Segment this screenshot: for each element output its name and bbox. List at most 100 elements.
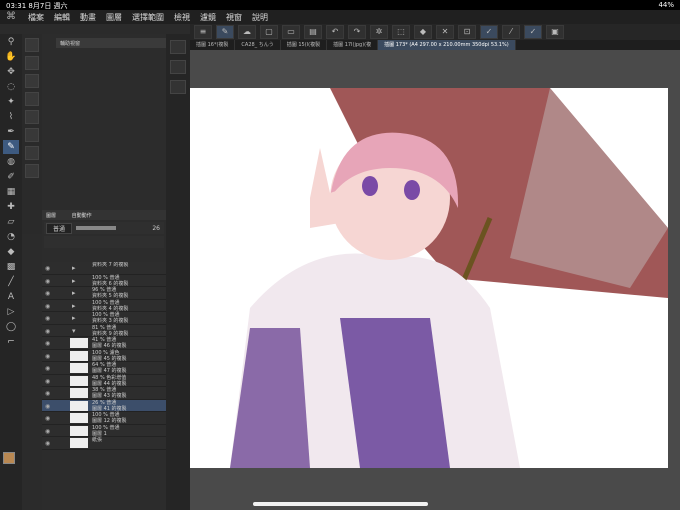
visibility-icon[interactable]: ◉ <box>45 390 50 397</box>
subtool-1[interactable] <box>25 38 39 52</box>
text-icon[interactable]: A <box>3 290 19 304</box>
layer-item[interactable]: ◉ 100 % 普通 圖層 12 的複製 <box>42 412 166 425</box>
pen-icon[interactable]: ✒ <box>3 125 19 139</box>
visibility-icon[interactable]: ◉ <box>45 415 50 422</box>
drawing-canvas[interactable] <box>190 88 668 468</box>
visibility-icon[interactable]: ◉ <box>45 265 50 272</box>
gradient-icon[interactable]: ▩ <box>3 260 19 274</box>
menu-help[interactable]: 說明 <box>252 12 268 23</box>
layer-item[interactable]: ◉ 38 % 普通 圖層 43 的複製 <box>42 387 166 400</box>
blend-mode-select[interactable]: 普通 <box>46 222 73 234</box>
visibility-icon[interactable]: ◉ <box>45 340 50 347</box>
subtool-3[interactable] <box>25 74 39 88</box>
frame-icon[interactable]: ▦ <box>3 185 19 199</box>
visibility-icon[interactable]: ◉ <box>45 328 50 335</box>
visibility-icon[interactable]: ◉ <box>45 365 50 372</box>
tab-doc-1[interactable]: 插圖 16*(複製 <box>190 40 236 50</box>
balloon-icon[interactable]: ▷ <box>3 305 19 319</box>
marker-icon[interactable]: ✐ <box>3 170 19 184</box>
layer-item[interactable]: ◉ 100 % 普通 圖層 1 <box>42 424 166 437</box>
subtool-7[interactable] <box>25 146 39 160</box>
export-icon[interactable]: ▣ <box>546 25 564 39</box>
brush-tool-icon[interactable]: ✎ <box>3 140 19 154</box>
visibility-icon[interactable]: ◉ <box>45 440 50 447</box>
clear-icon[interactable]: ✕ <box>436 25 454 39</box>
quick-access-3[interactable] <box>170 80 186 94</box>
menu-filter[interactable]: 濾鏡 <box>200 12 216 23</box>
visibility-icon[interactable]: ◉ <box>45 403 50 410</box>
layer-item[interactable]: ◉ ▸ 資料夾 7 的複製 <box>42 262 166 275</box>
fill-icon[interactable]: ◆ <box>414 25 432 39</box>
quick-access-2[interactable] <box>170 60 186 74</box>
open-folder-icon[interactable]: ▭ <box>282 25 300 39</box>
visibility-icon[interactable]: ◉ <box>45 378 50 385</box>
layer-item[interactable]: ◉ ▾ 81 % 普通 資料夾 9 的複製 <box>42 324 166 337</box>
blend-icon[interactable]: ◔ <box>3 230 19 244</box>
decoration-icon[interactable]: ✚ <box>3 200 19 214</box>
save-icon[interactable]: ▤ <box>304 25 322 39</box>
redo-icon[interactable]: ↷ <box>348 25 366 39</box>
auto-action-tab[interactable]: 自動動作 <box>72 213 92 219</box>
menu-file[interactable]: 檔案 <box>28 12 44 23</box>
line-correct-icon[interactable]: ◯ <box>3 320 19 334</box>
visibility-icon[interactable]: ◉ <box>45 353 50 360</box>
magic-wand-icon[interactable]: ✦ <box>3 95 19 109</box>
pen-mode-icon[interactable]: ✓ <box>480 25 498 39</box>
subtool-5[interactable] <box>25 110 39 124</box>
layer-tab[interactable]: 圖層 <box>46 213 56 219</box>
layer-item[interactable]: ◉ 100 % 濾色 圖層 45 的複製 <box>42 349 166 362</box>
menu-selection[interactable]: 選擇範圍 <box>132 12 164 23</box>
layer-item[interactable]: ◉ ▸ 100 % 普通 資料夾 6 的複製 <box>42 274 166 287</box>
undo-icon[interactable]: ↶ <box>326 25 344 39</box>
menu-layer[interactable]: 圖層 <box>106 12 122 23</box>
layer-item[interactable]: ◉ 48 % 色彩增值 圖層 44 的複製 <box>42 374 166 387</box>
tab-doc-2[interactable]: CA28_ ちんう <box>235 40 281 50</box>
opacity-slider[interactable] <box>76 226 117 230</box>
cloud-icon[interactable]: ☁ <box>238 25 256 39</box>
move-icon[interactable]: ✥ <box>3 65 19 79</box>
menu-view[interactable]: 檢視 <box>174 12 190 23</box>
hand-icon[interactable]: ✋ <box>3 50 19 64</box>
menu-window[interactable]: 視窗 <box>226 12 242 23</box>
layer-item[interactable]: ◉ ▸ 100 % 普通 資料夾 3 的複製 <box>42 312 166 325</box>
layer-item[interactable]: ◉ 41 % 普通 圖層 46 的複製 <box>42 337 166 350</box>
transform-icon[interactable]: ⬚ <box>392 25 410 39</box>
lasso-icon[interactable]: ◌ <box>3 80 19 94</box>
zoom-icon[interactable]: ⚲ <box>3 35 19 49</box>
brush-icon[interactable]: ✎ <box>216 25 234 39</box>
layer-item[interactable]: ◉ ▸ 96 % 普通 資料夾 5 的複製 <box>42 287 166 300</box>
operation-icon[interactable]: ⌐ <box>3 335 19 349</box>
layer-item-selected[interactable]: ◉ 26 % 普通 圖層 41 的複製 <box>42 399 166 412</box>
eraser-icon[interactable]: ▱ <box>3 215 19 229</box>
visibility-icon[interactable]: ◉ <box>45 428 50 435</box>
menu-edit[interactable]: 編輯 <box>54 12 70 23</box>
airbrush-icon[interactable]: ◍ <box>3 155 19 169</box>
figure-icon[interactable]: ╱ <box>3 275 19 289</box>
menu-animation[interactable]: 動畫 <box>80 12 96 23</box>
ruler-icon[interactable]: ⁄ <box>502 25 520 39</box>
subtool-4[interactable] <box>25 92 39 106</box>
new-file-icon[interactable]: ▢ <box>260 25 278 39</box>
layer-item-paper[interactable]: ◉ 紙張 <box>42 437 166 450</box>
main-color-swatch[interactable] <box>3 452 15 464</box>
eyedropper-icon[interactable]: ⌇ <box>3 110 19 124</box>
settings-icon[interactable]: ✲ <box>370 25 388 39</box>
tab-doc-active[interactable]: 插圖 173* (A4 297.00 x 210.00mm 350dpi 53.… <box>378 40 516 50</box>
opacity-value[interactable]: 26 <box>152 225 160 232</box>
fill-tool-icon[interactable]: ◆ <box>3 245 19 259</box>
layer-item[interactable]: ◉ ▸ 100 % 普通 資料夾 4 的複製 <box>42 299 166 312</box>
quick-access-1[interactable] <box>170 40 186 54</box>
subtool-2[interactable] <box>25 56 39 70</box>
layer-item[interactable]: ◉ 64 % 普通 圖層 47 的複製 <box>42 362 166 375</box>
tab-doc-4[interactable]: 插圖 17I(jpg)(複 <box>327 40 379 50</box>
subtool-8[interactable] <box>25 164 39 178</box>
crop-icon[interactable]: ⊡ <box>458 25 476 39</box>
app-logo-icon[interactable]: ⌘ <box>6 11 20 23</box>
visibility-icon[interactable]: ◉ <box>45 278 50 285</box>
visibility-icon[interactable]: ◉ <box>45 303 50 310</box>
menu-icon[interactable]: ≡ <box>194 25 212 39</box>
tab-doc-3[interactable]: 插圖 15(I(複製 <box>281 40 328 50</box>
snap-icon[interactable]: ✓ <box>524 25 542 39</box>
subtool-6[interactable] <box>25 128 39 142</box>
visibility-icon[interactable]: ◉ <box>45 315 50 322</box>
